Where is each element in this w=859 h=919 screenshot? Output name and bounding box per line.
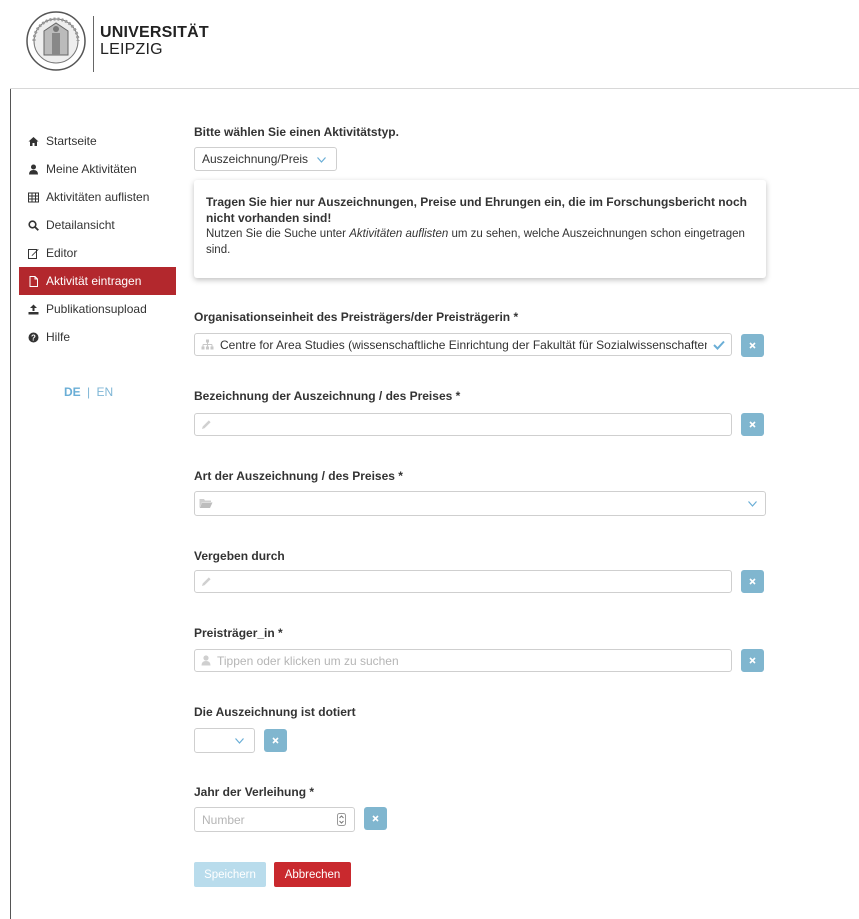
save-button[interactable]: Speichern — [194, 862, 266, 887]
close-icon — [749, 421, 756, 428]
user-icon — [201, 655, 211, 666]
cancel-button[interactable]: Abbrechen — [274, 862, 351, 887]
info-hint-pre: Nutzen Sie die Suche unter — [206, 228, 350, 240]
sidebar-item-meine-aktivitaeten[interactable]: Meine Aktivitäten — [19, 155, 176, 183]
org-unit-label: Organisationseinheit des Preisträgers/de… — [194, 310, 519, 324]
endowed-clear-button[interactable] — [264, 729, 287, 752]
logo-divider — [93, 16, 94, 72]
info-box: Tragen Sie hier nur Auszeichnungen, Prei… — [194, 180, 766, 278]
sidebar-item-aktivitaet-eintragen[interactable]: Aktivität eintragen — [19, 267, 176, 295]
sidebar-item-label: Hilfe — [46, 330, 71, 344]
close-icon — [749, 657, 756, 664]
university-name[interactable]: UNIVERSITÄT LEIPZIG — [100, 24, 209, 58]
activity-type-label: Bitte wählen Sie einen Aktivitätstyp. — [194, 125, 399, 139]
winner-search-field[interactable]: Tippen oder klicken um zu suchen — [194, 649, 732, 672]
awarded-by-field[interactable] — [194, 570, 732, 593]
org-unit-clear-button[interactable] — [741, 334, 764, 357]
award-name-label: Bezeichnung der Auszeichnung / des Preis… — [194, 389, 461, 403]
award-type-select[interactable] — [194, 491, 766, 516]
winner-placeholder: Tippen oder klicken um zu suchen — [217, 653, 399, 668]
pencil-icon — [201, 576, 212, 587]
sidebar-item-label: Aktivitäten auflisten — [46, 190, 150, 204]
sidebar-item-publikationsupload[interactable]: Publikationsupload — [19, 295, 176, 323]
sidebar-item-label: Publikationsupload — [46, 302, 147, 316]
chevron-down-icon — [235, 737, 244, 744]
sidebar-item-aktivitaeten-auflisten[interactable]: Aktivitäten auflisten — [19, 183, 176, 211]
award-name-clear-button[interactable] — [741, 413, 764, 436]
language-switcher: DE | EN — [64, 385, 113, 399]
university-seal-logo — [26, 11, 86, 71]
close-icon — [749, 342, 756, 349]
table-icon — [28, 192, 39, 203]
award-type-label: Art der Auszeichnung / des Preises * — [194, 469, 403, 483]
logo-line-2: LEIPZIG — [100, 41, 163, 58]
sidebar-item-editor[interactable]: Editor — [19, 239, 176, 267]
winner-clear-button[interactable] — [741, 649, 764, 672]
info-hint-text: Nutzen Sie die Suche unter Aktivitäten a… — [206, 226, 754, 258]
sidebar-item-hilfe[interactable]: ? Hilfe — [19, 323, 176, 351]
sidebar-item-label: Editor — [46, 246, 78, 260]
endowed-label: Die Auszeichnung ist dotiert — [194, 705, 356, 719]
hierarchy-icon — [201, 339, 214, 350]
activity-type-value: Auszeichnung/Preis — [202, 152, 309, 166]
lang-en-link[interactable]: EN — [96, 385, 113, 399]
svg-text:?: ? — [31, 333, 36, 342]
folder-icon — [199, 498, 213, 509]
logo-line-1: UNIVERSITÄT — [100, 24, 209, 41]
chevron-down-icon — [748, 500, 757, 507]
pencil-icon — [201, 419, 212, 430]
awarded-by-clear-button[interactable] — [741, 570, 764, 593]
close-icon — [749, 578, 756, 585]
number-spinner-icon[interactable] — [337, 813, 346, 826]
home-icon — [28, 136, 39, 147]
sidebar-item-startseite[interactable]: Startseite — [19, 127, 176, 155]
org-unit-field[interactable]: Centre for Area Studies (wissenschaftlic… — [194, 333, 732, 356]
award-name-field[interactable] — [194, 413, 732, 436]
question-icon: ? — [28, 332, 39, 343]
close-icon — [372, 815, 379, 822]
check-icon — [713, 340, 725, 350]
sidebar-item-label: Aktivität eintragen — [46, 274, 142, 288]
sidebar-nav: Startseite Meine Aktivitäten Aktivitäten… — [19, 127, 176, 351]
sidebar-item-label: Startseite — [46, 134, 97, 148]
lang-separator: | — [87, 385, 91, 399]
org-unit-value: Centre for Area Studies (wissenschaftlic… — [220, 337, 707, 352]
upload-icon — [28, 304, 39, 315]
year-label: Jahr der Verleihung * — [194, 785, 315, 799]
header: UNIVERSITÄT LEIPZIG — [10, 0, 859, 89]
sidebar-item-label: Detailansicht — [46, 218, 115, 232]
lang-de-link[interactable]: DE — [64, 385, 81, 399]
year-number-input[interactable]: Number — [194, 807, 355, 832]
year-placeholder: Number — [202, 812, 245, 827]
user-icon — [28, 164, 39, 175]
awarded-by-label: Vergeben durch — [194, 549, 285, 563]
sidebar-item-detailansicht[interactable]: Detailansicht — [19, 211, 176, 239]
info-hint-link: Aktivitäten auflisten — [349, 228, 449, 240]
search-icon — [28, 219, 39, 231]
endowed-select[interactable] — [194, 728, 255, 753]
winner-label: Preisträger_in * — [194, 626, 283, 640]
activity-type-select[interactable]: Auszeichnung/Preis — [194, 147, 337, 171]
chevron-down-icon — [317, 152, 327, 166]
edit-icon — [28, 248, 39, 259]
close-icon — [272, 737, 279, 744]
year-clear-button[interactable] — [364, 807, 387, 830]
file-icon — [28, 275, 39, 287]
sidebar-item-label: Meine Aktivitäten — [46, 162, 137, 176]
info-warning-text: Tragen Sie hier nur Auszeichnungen, Prei… — [206, 195, 747, 225]
